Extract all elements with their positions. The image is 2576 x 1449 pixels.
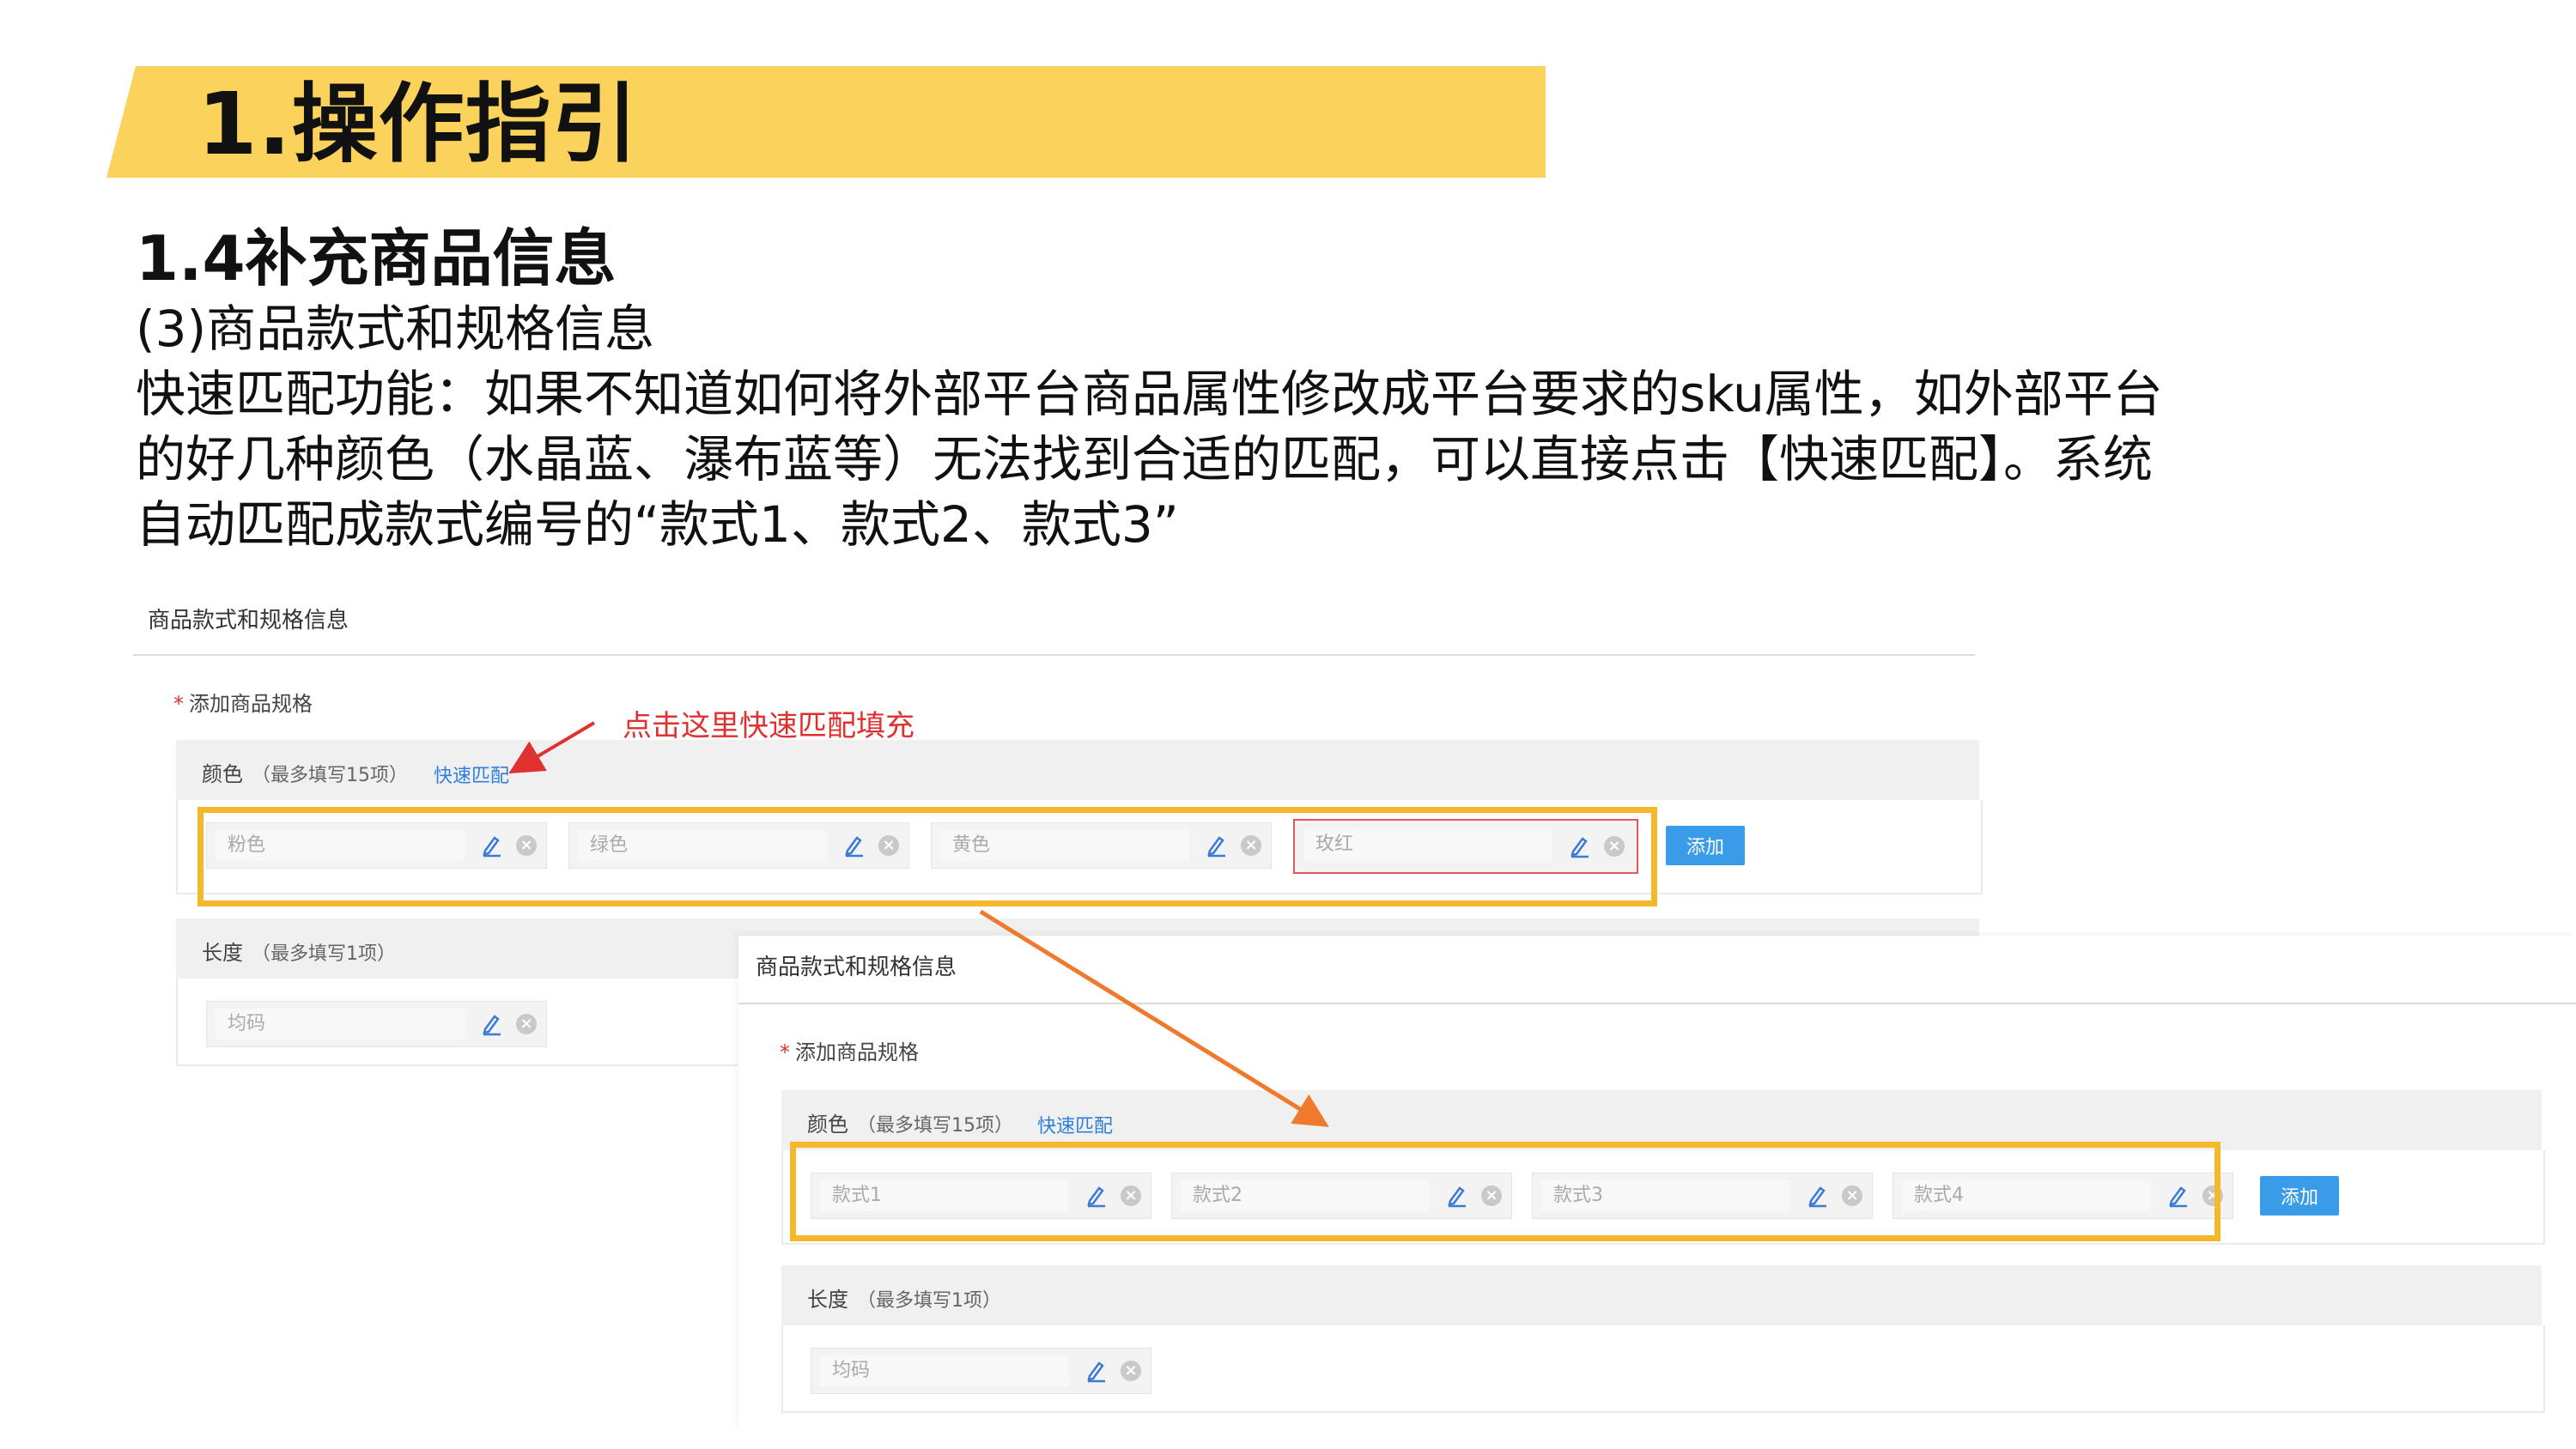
orange-arrow-icon [979, 909, 1329, 1127]
red-arrow-icon [508, 721, 596, 774]
arrows-overlay [508, 721, 1329, 1127]
